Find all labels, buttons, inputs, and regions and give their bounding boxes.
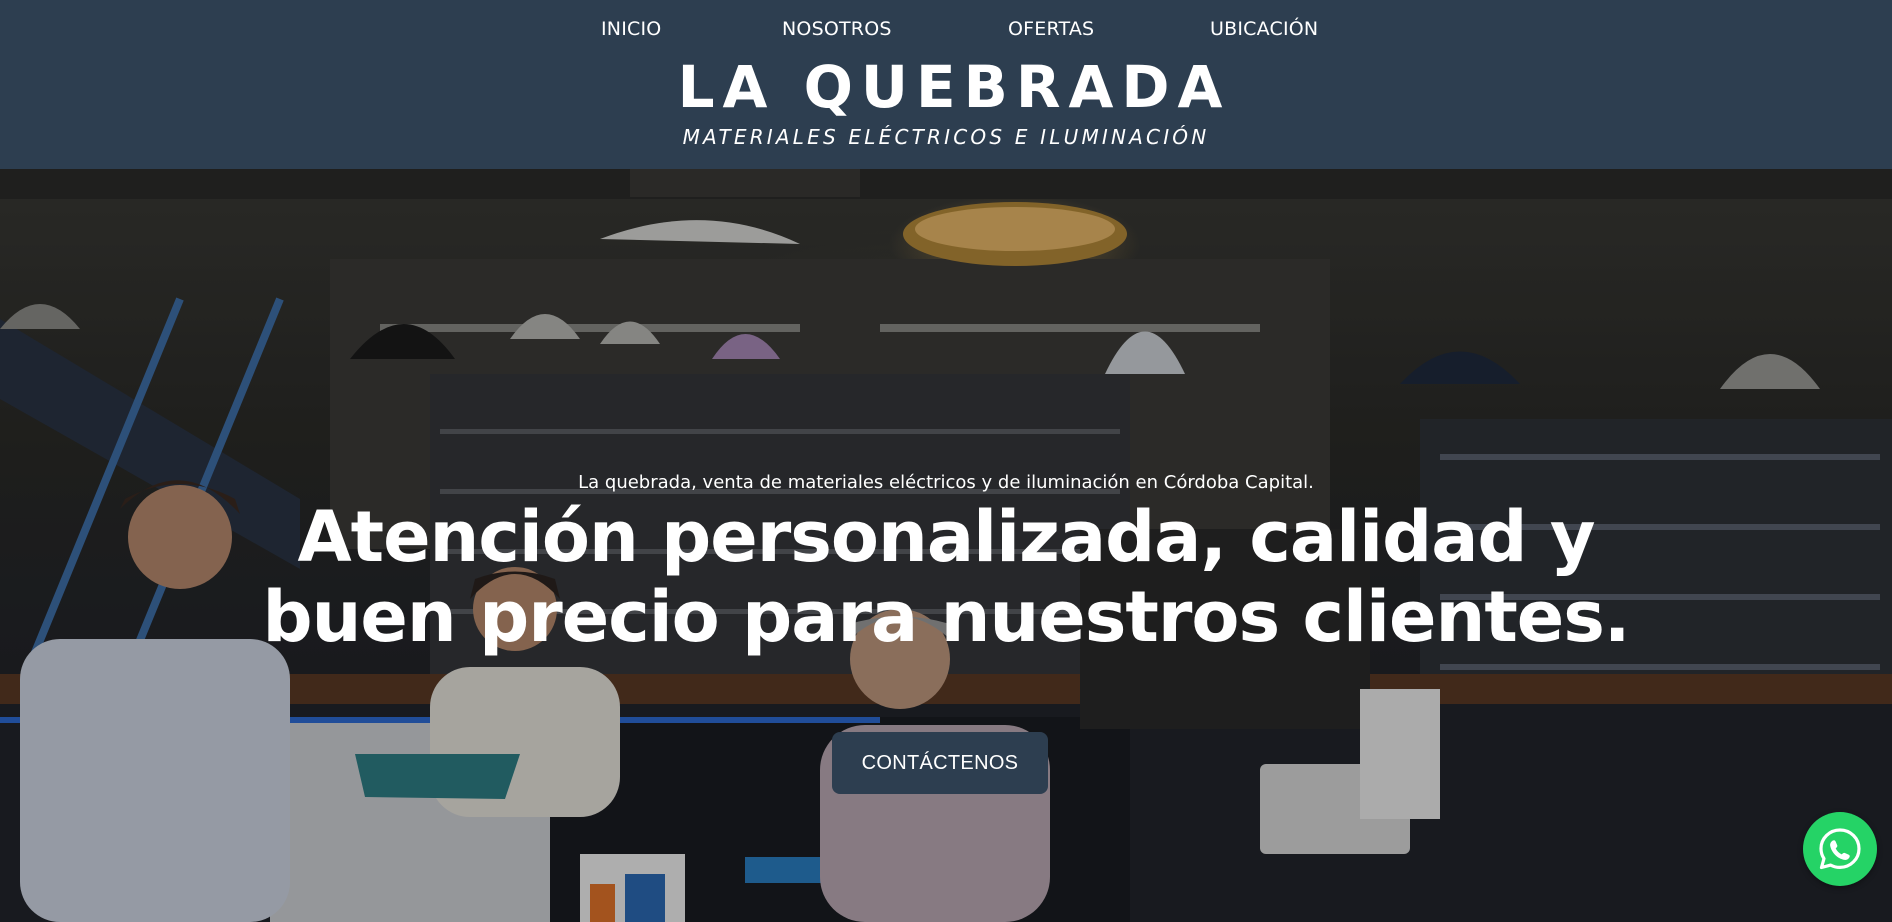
hero-tagline: La quebrada, venta de materiales eléctri…	[578, 472, 1314, 493]
whatsapp-icon	[1819, 828, 1861, 870]
hero-headline: Atención personalizada, calidad y buen p…	[246, 497, 1646, 657]
brand-subtitle: MATERIALES ELÉCTRICOS E ILUMINACIÓN	[682, 125, 1210, 149]
contact-button[interactable]: CONTÁCTENOS	[832, 732, 1048, 794]
hero-headline-line-2: buen precio para nuestros clientes.	[262, 576, 1630, 658]
nav-item-inicio[interactable]: INICIO	[601, 14, 661, 44]
nav-item-nosotros[interactable]: NOSOTROS	[782, 14, 892, 44]
nav-item-ofertas[interactable]: OFERTAS	[1008, 14, 1094, 44]
hero-section: La quebrada, venta de materiales eléctri…	[0, 169, 1892, 922]
brand-title[interactable]: LA QUEBRADA	[0, 52, 1892, 122]
hero-headline-line-1: Atención personalizada, calidad y	[297, 496, 1595, 578]
whatsapp-button[interactable]	[1803, 812, 1877, 886]
main-nav: INICIO NOSOTROS OFERTAS UBICACIÓN	[0, 14, 1892, 44]
site-header: INICIO NOSOTROS OFERTAS UBICACIÓN LA QUE…	[0, 0, 1892, 169]
nav-item-ubicacion[interactable]: UBICACIÓN	[1210, 14, 1318, 44]
